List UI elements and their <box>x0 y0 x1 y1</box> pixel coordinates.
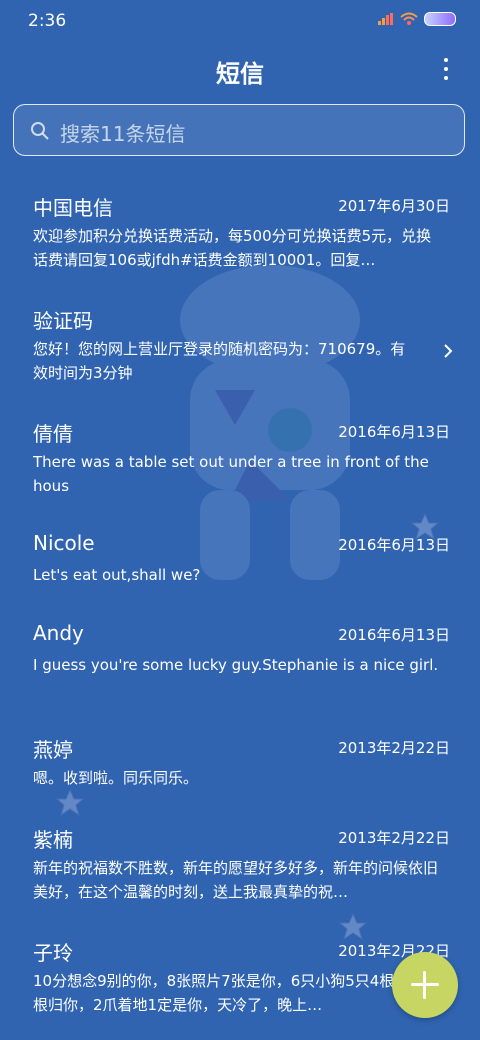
message-sender: 倩倩 <box>33 422 73 446</box>
message-item[interactable]: 倩倩 2016年6月13日 There was a table set out … <box>0 406 480 506</box>
message-item[interactable]: 中国电信 2017年6月30日 欢迎参加积分兑换话费活动，每500分可兑换话费5… <box>0 180 480 280</box>
search-placeholder: 搜索11条短信 <box>60 122 186 146</box>
message-item[interactable]: 紫楠 2013年2月22日 新年的祝福数不胜数，新年的愿望好多好多，新年的问候依… <box>0 812 480 912</box>
status-bar: 2:36 <box>0 0 480 42</box>
header: 短信 <box>0 42 480 98</box>
battery-icon <box>424 12 456 26</box>
wifi-icon <box>400 12 418 25</box>
message-sender: 紫楠 <box>33 828 73 852</box>
message-date: 2017年6月30日 <box>338 197 450 215</box>
message-preview: 新年的祝福数不胜数，新年的愿望好多好多，新年的问候依旧美好，在这个温馨的时刻，送… <box>33 859 439 901</box>
signal-icon <box>378 13 393 25</box>
new-message-button[interactable] <box>392 952 458 1018</box>
message-date: 2013年2月22日 <box>338 829 450 847</box>
message-sender: 子玲 <box>33 941 73 965</box>
message-date: 2013年2月22日 <box>338 739 450 757</box>
message-preview: Let's eat out,shall we? <box>33 566 201 584</box>
search-input[interactable]: 搜索11条短信 <box>13 104 465 156</box>
chevron-right-icon[interactable] <box>442 343 454 359</box>
message-date: 2016年6月13日 <box>338 423 450 441</box>
message-sender: Andy <box>33 621 84 645</box>
message-date: 2016年6月13日 <box>338 626 450 644</box>
message-item[interactable]: 燕婷 2013年2月22日 嗯。收到啦。同乐同乐。 <box>0 722 480 822</box>
message-sender: 燕婷 <box>33 738 73 762</box>
status-icons <box>378 12 456 26</box>
search-icon <box>31 122 49 140</box>
message-item[interactable]: Andy 2016年6月13日 I guess you're some luck… <box>0 609 480 709</box>
page-title: 短信 <box>216 60 264 88</box>
message-date: 2016年6月13日 <box>338 536 450 554</box>
message-item[interactable]: 验证码 您好！您的网上营业厅登录的随机密码为：710679。有效时间为3分钟 <box>0 293 480 393</box>
message-item[interactable]: Nicole 2016年6月13日 Let's eat out,shall we… <box>0 519 480 619</box>
message-preview: I guess you're some lucky guy.Stephanie … <box>33 656 439 674</box>
message-sender: 中国电信 <box>33 196 113 220</box>
message-preview: There was a table set out under a tree i… <box>33 453 429 495</box>
more-vertical-icon[interactable] <box>440 58 452 86</box>
message-preview: 您好！您的网上营业厅登录的随机密码为：710679。有效时间为3分钟 <box>33 340 406 382</box>
message-preview: 10分想念9别的你，8张照片7张是你，6只小狗5只4根骨头3根归你，2爪着地1定… <box>33 972 434 1014</box>
status-time: 2:36 <box>28 11 67 31</box>
message-sender: 验证码 <box>33 309 93 333</box>
message-preview: 欢迎参加积分兑换话费活动，每500分可兑换话费5元，兑换话费请回复106或jfd… <box>33 227 432 269</box>
message-sender: Nicole <box>33 531 95 555</box>
message-preview: 嗯。收到啦。同乐同乐。 <box>33 769 199 787</box>
